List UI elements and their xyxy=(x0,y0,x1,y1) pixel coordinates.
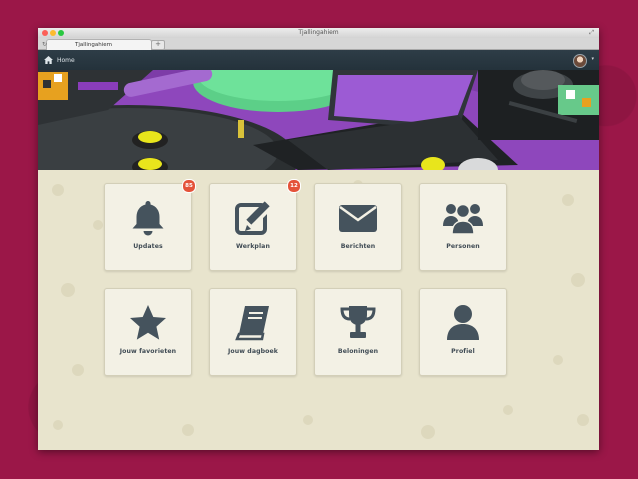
avatar[interactable] xyxy=(573,54,587,68)
notification-badge: 85 xyxy=(182,179,196,193)
home-link[interactable]: Home xyxy=(44,50,75,70)
tile-label: Updates xyxy=(133,243,163,250)
tile-jouw-dagboek[interactable]: Jouw dagboek xyxy=(209,288,297,376)
tile-personen[interactable]: Personen xyxy=(419,183,507,271)
home-label: Home xyxy=(57,56,75,64)
envelope-icon xyxy=(339,205,377,232)
tile-berichten[interactable]: Berichten xyxy=(314,183,402,271)
tile-profiel[interactable]: Profiel xyxy=(419,288,507,376)
fullscreen-icon[interactable]: ⤢ xyxy=(589,29,594,37)
tile-jouw-favorieten[interactable]: Jouw favorieten xyxy=(104,288,192,376)
chevron-down-icon[interactable]: ▾ xyxy=(591,56,594,62)
tile-label: Personen xyxy=(446,243,480,250)
reload-icon[interactable]: ↻ xyxy=(42,40,47,50)
edit-icon xyxy=(235,201,272,235)
tab-label: Tjallingahiem xyxy=(75,42,112,48)
window-title: Tjallingahiem xyxy=(298,29,339,36)
group-icon xyxy=(443,203,483,235)
top-navbar: Home ▾ xyxy=(38,50,599,70)
new-tab-button[interactable]: + xyxy=(151,40,165,50)
dashboard-content: Updates 85 Werkplan 12 Berichten Persone… xyxy=(38,170,599,450)
browser-window: Tjallingahiem ⤢ ↻ Tjallingahiem + Home ▾ xyxy=(38,28,599,450)
tile-label: Profiel xyxy=(451,348,475,355)
hero-banner xyxy=(38,70,599,170)
home-icon xyxy=(44,56,53,64)
trophy-icon xyxy=(340,306,376,338)
tile-label: Beloningen xyxy=(337,348,379,355)
tile-label: Werkplan xyxy=(236,243,270,250)
tab-bar: ↻ Tjallingahiem + xyxy=(38,38,599,50)
bell-icon xyxy=(132,201,164,236)
star-icon xyxy=(130,305,166,340)
tile-updates[interactable]: Updates 85 xyxy=(104,179,196,271)
person-icon xyxy=(447,305,479,340)
tile-label: Berichten xyxy=(340,243,376,250)
tile-beloningen[interactable]: Beloningen xyxy=(314,288,402,376)
browser-tab[interactable]: ↻ Tjallingahiem xyxy=(42,39,152,50)
notification-badge: 12 xyxy=(287,179,301,193)
book-icon xyxy=(235,306,269,341)
tile-label: Jouw dagboek xyxy=(227,348,279,355)
tile-label: Jouw favorieten xyxy=(119,348,177,355)
tile-werkplan[interactable]: Werkplan 12 xyxy=(209,179,301,271)
